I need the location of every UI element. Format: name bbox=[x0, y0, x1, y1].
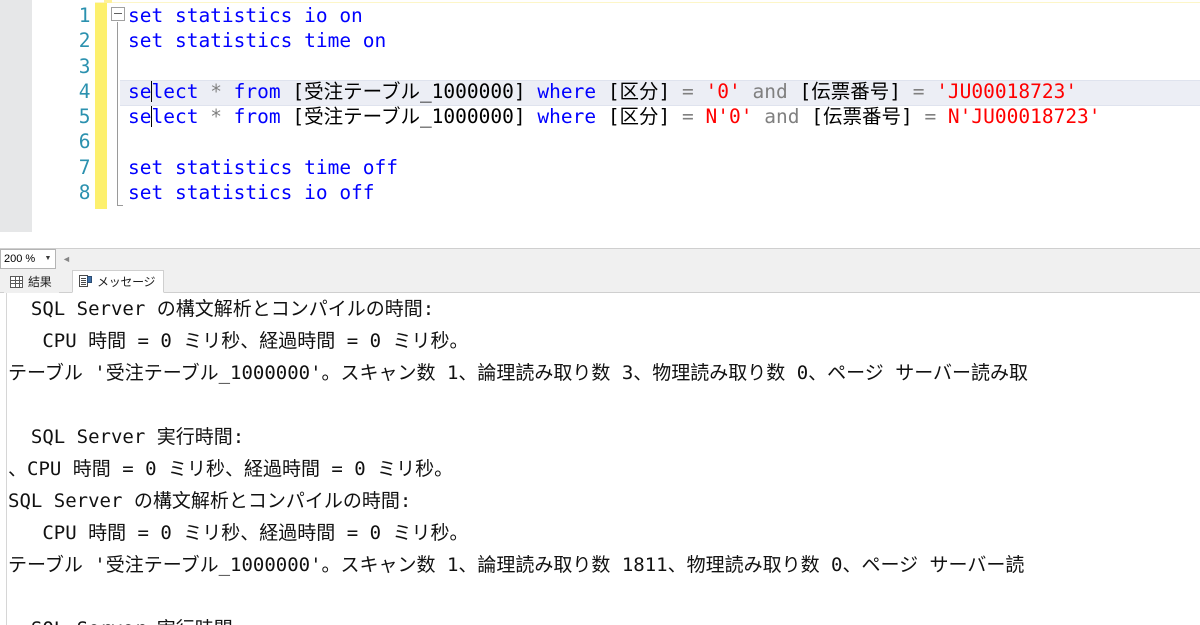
code-token: [受注テーブル_1000000] bbox=[292, 105, 538, 129]
code-token: [伝票番号] bbox=[799, 79, 913, 103]
code-line[interactable]: 6 bbox=[0, 129, 1200, 154]
message-page-icon bbox=[79, 275, 92, 288]
chevron-down-icon[interactable]: ▼ bbox=[41, 250, 55, 268]
triangle-left-icon[interactable]: ◄ bbox=[58, 250, 75, 268]
sql-editor-pane[interactable]: 1 set statistics io on 2 set statistics tim… bbox=[0, 0, 1200, 248]
message-line: SQL Server の構文解析とコンパイルの時間: bbox=[8, 490, 412, 512]
tab-results-label: 結果 bbox=[28, 275, 52, 289]
code-token: set statistics time on bbox=[128, 29, 387, 53]
line-number: 8 bbox=[78, 181, 91, 205]
code-token: select bbox=[128, 105, 211, 129]
code-text[interactable]: select * from [受注テーブル_1000000] where [区分… bbox=[128, 79, 1077, 104]
grid-icon bbox=[10, 275, 23, 288]
code-token: where bbox=[537, 79, 608, 103]
code-token: and bbox=[752, 79, 800, 103]
code-token: [区分] bbox=[607, 79, 683, 103]
line-number: 1 bbox=[78, 4, 91, 27]
horizontal-scrollbar[interactable] bbox=[75, 249, 1200, 269]
code-text[interactable]: set statistics io off bbox=[128, 180, 375, 205]
message-line bbox=[8, 581, 1200, 613]
code-text[interactable]: set statistics time off bbox=[128, 155, 398, 180]
message-line: CPU 時間 = 0 ミリ秒、経過時間 = 0 ミリ秒。 bbox=[8, 522, 469, 544]
message-line: SQL Server 実行時間: bbox=[8, 426, 245, 448]
code-line[interactable]: 1 set statistics io on bbox=[0, 3, 1200, 28]
line-number: 3 bbox=[78, 54, 91, 78]
message-line: テーブル '受注テーブル_1000000'。スキャン数 1、論理読み取り数 18… bbox=[8, 554, 1025, 576]
message-line: SQL Server 実行時間: bbox=[8, 613, 1200, 625]
code-line[interactable]: 5 select * from [受注テーブル_1000000] where [区… bbox=[0, 104, 1200, 129]
code-token: * bbox=[210, 105, 234, 129]
message-line: SQL Server の構文解析とコンパイルの時間: bbox=[8, 298, 435, 320]
code-token: select bbox=[128, 79, 211, 103]
ssms-query-window: 1 set statistics io on 2 set statistics tim… bbox=[0, 0, 1200, 625]
message-line: テーブル '受注テーブル_1000000'。スキャン数 1、論理読み取り数 3、… bbox=[8, 362, 1029, 384]
code-token: [区分] bbox=[607, 105, 683, 129]
results-tabbar[interactable]: 結果 メッセージ bbox=[0, 269, 1200, 293]
code-token: = bbox=[912, 79, 937, 103]
tab-results[interactable]: 結果 bbox=[4, 270, 60, 293]
message-line: 、CPU 時間 = 0 ミリ秒、経過時間 = 0 ミリ秒。 bbox=[8, 458, 454, 480]
message-line: CPU 時間 = 0 ミリ秒、経過時間 = 0 ミリ秒。 bbox=[8, 330, 469, 352]
line-number: 5 bbox=[78, 105, 91, 129]
messages-text[interactable]: SQL Server の構文解析とコンパイルの時間: CPU 時間 = 0 ミリ… bbox=[8, 293, 1200, 625]
code-token: where bbox=[537, 105, 608, 129]
zoom-level-value: 200 % bbox=[4, 253, 36, 265]
code-token: N'JU00018723' bbox=[947, 105, 1101, 129]
code-text[interactable]: set statistics io on bbox=[128, 3, 363, 28]
code-token: set statistics io off bbox=[128, 181, 375, 205]
code-token: N'0' bbox=[705, 105, 765, 129]
zoom-level-combobox[interactable]: 200 % ▼ bbox=[0, 249, 56, 269]
code-text[interactable]: set statistics time on bbox=[128, 28, 386, 53]
code-token: [伝票番号] bbox=[811, 105, 925, 129]
code-token: and bbox=[764, 105, 812, 129]
code-token: from bbox=[233, 79, 293, 103]
code-lines-container[interactable]: 1 set statistics io on 2 set statistics tim… bbox=[0, 3, 1200, 232]
code-line[interactable]: 4 select * from [受注テーブル_1000000] where [区… bbox=[0, 79, 1200, 106]
text-caret bbox=[151, 106, 152, 128]
code-line[interactable]: 8 set statistics io off bbox=[0, 180, 1200, 205]
code-token: = bbox=[924, 105, 948, 129]
code-token: '0' bbox=[705, 79, 753, 103]
tab-messages[interactable]: メッセージ bbox=[72, 270, 165, 293]
code-token: from bbox=[233, 105, 293, 129]
code-token: set statistics io on bbox=[128, 4, 363, 27]
code-text[interactable]: select * from [受注テーブル_1000000] where [区分… bbox=[128, 104, 1101, 129]
code-token: set statistics time off bbox=[128, 155, 399, 179]
code-line[interactable]: 7 set statistics time off bbox=[0, 155, 1200, 180]
code-line[interactable]: 3 bbox=[0, 54, 1200, 79]
line-number: 6 bbox=[78, 130, 91, 154]
code-token: = bbox=[682, 79, 706, 103]
code-line[interactable]: 2 set statistics time on bbox=[0, 28, 1200, 53]
messages-pane[interactable]: SQL Server の構文解析とコンパイルの時間: CPU 時間 = 0 ミリ… bbox=[0, 293, 1200, 625]
line-number: 2 bbox=[78, 29, 91, 53]
code-token: [受注テーブル_1000000] bbox=[292, 79, 538, 103]
editor-zoom-strip: 200 % ▼ ◄ bbox=[0, 248, 1200, 269]
code-token: = bbox=[682, 105, 706, 129]
code-token: * bbox=[210, 79, 234, 103]
line-number: 7 bbox=[78, 155, 91, 179]
text-caret bbox=[151, 80, 152, 102]
messages-left-margin bbox=[0, 293, 7, 625]
code-token: 'JU00018723' bbox=[936, 79, 1078, 103]
line-number: 4 bbox=[78, 79, 91, 103]
message-line bbox=[8, 389, 1200, 421]
tab-messages-label: メッセージ bbox=[97, 275, 156, 289]
